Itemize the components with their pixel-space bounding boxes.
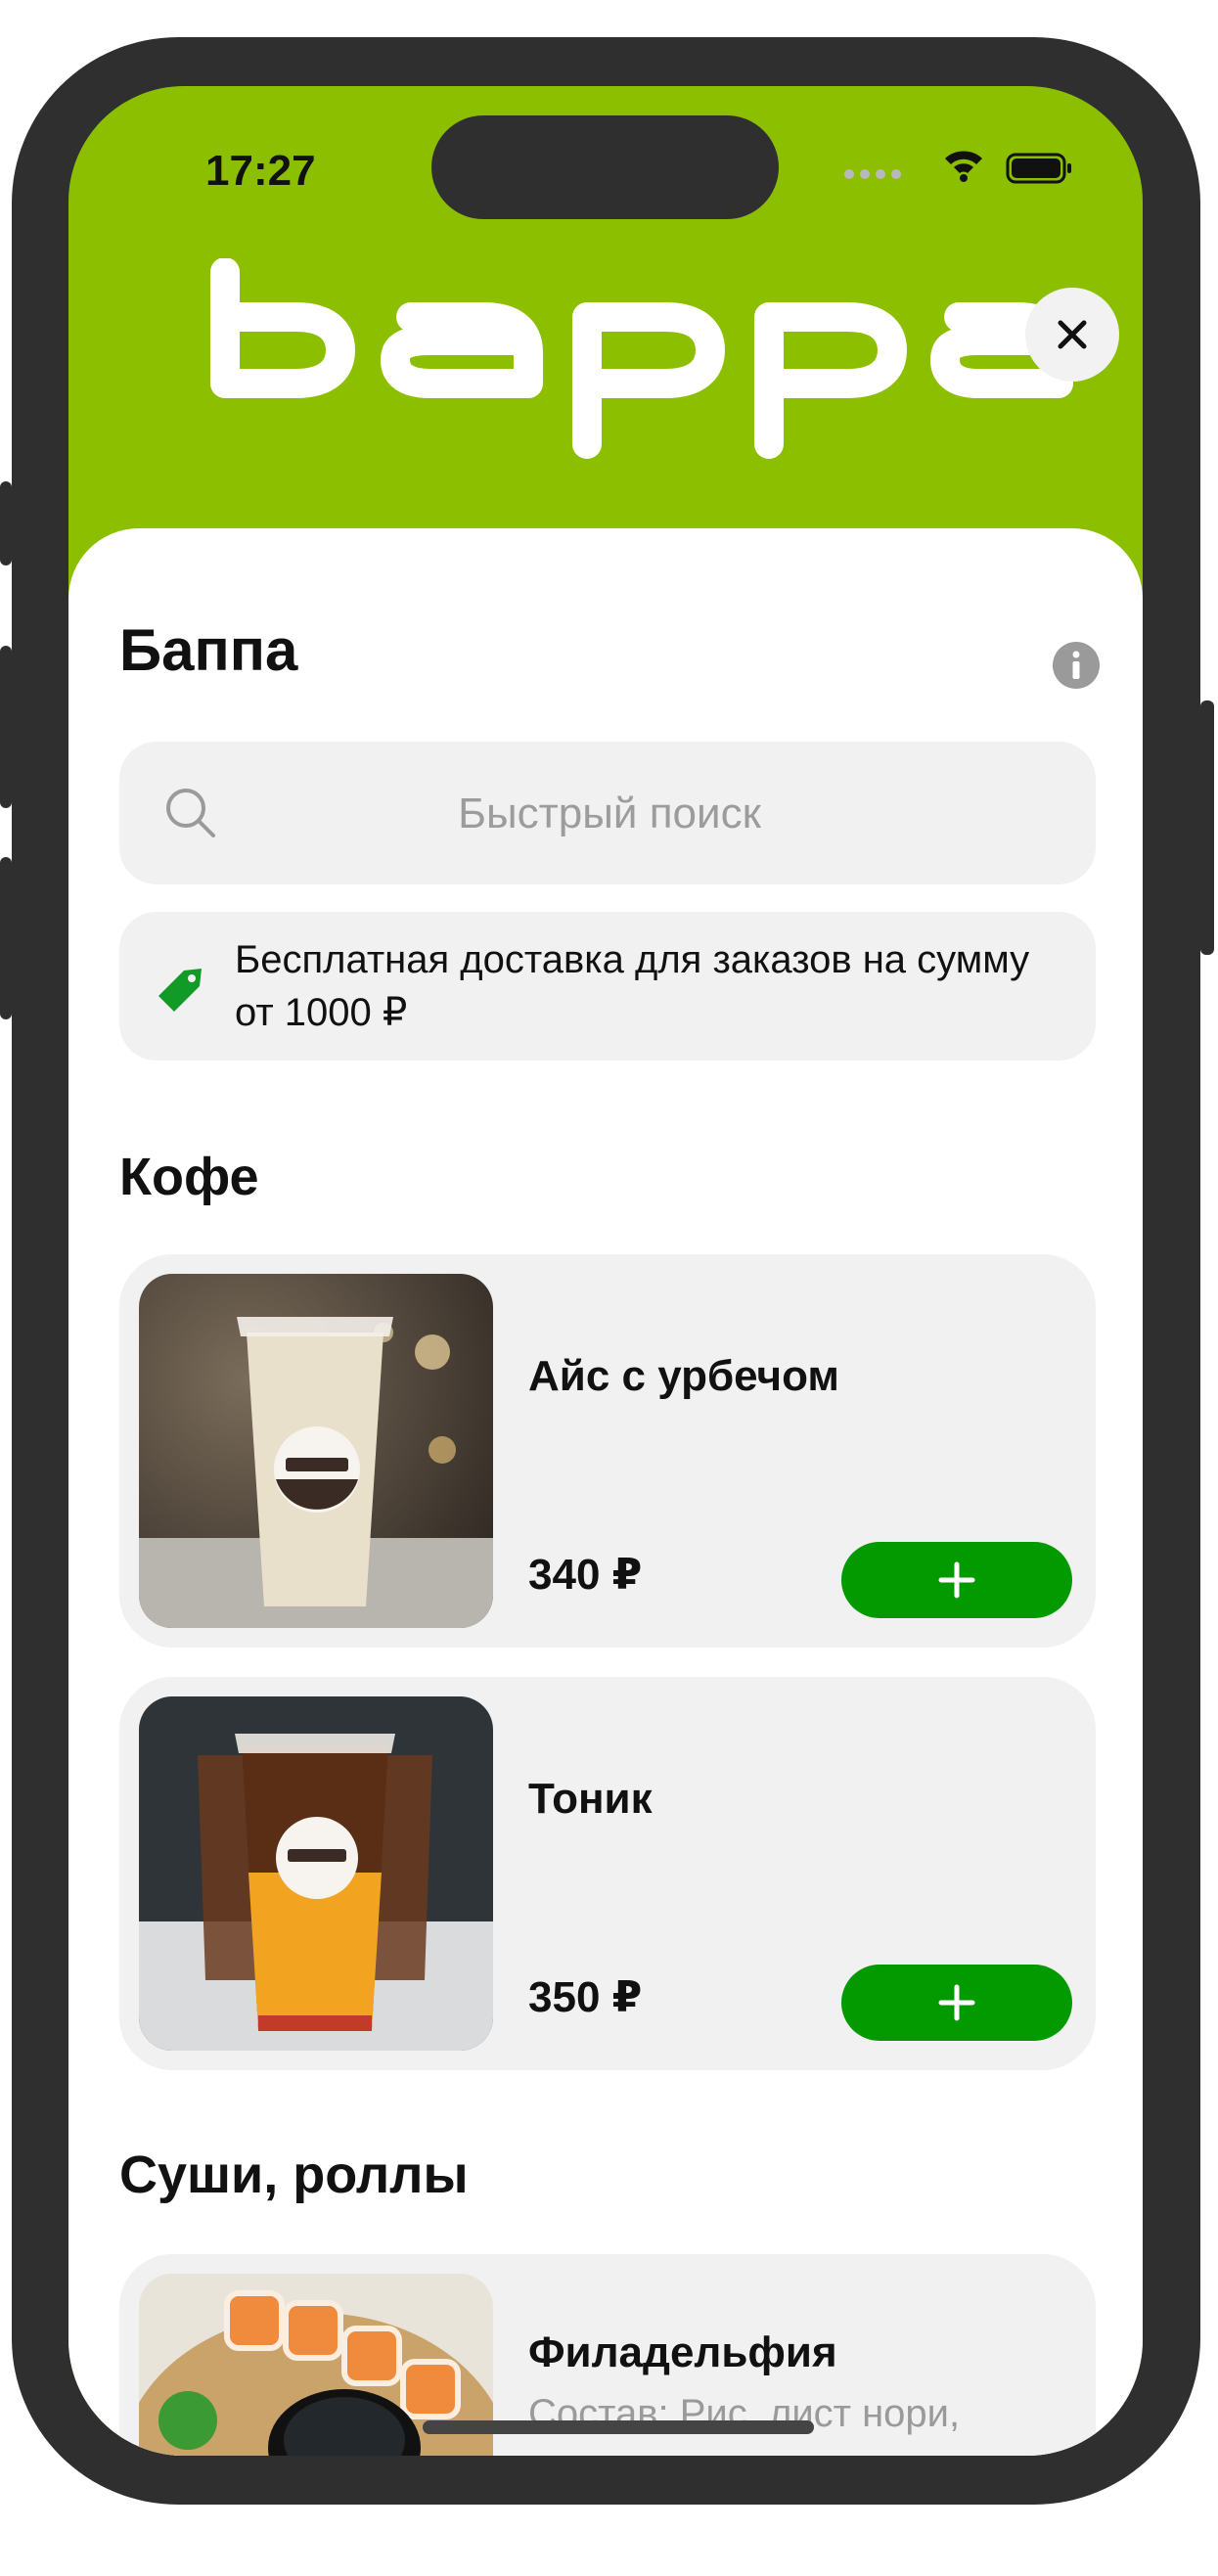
- section-title-sushi: Суши, роллы: [119, 2146, 469, 2204]
- product-price: 350 ₽: [528, 1973, 643, 2021]
- promo-text: Бесплатная доставка для заказов на сумму…: [235, 938, 1030, 1034]
- dynamic-island: [431, 115, 779, 219]
- product-card[interactable]: Айс с урбечом 340 ₽: [119, 1254, 1096, 1648]
- plus-icon: [938, 1984, 975, 2021]
- close-button[interactable]: [1025, 288, 1119, 382]
- phone-frame: 17:27 Баппа Быстрый поиск Бесплатная дос…: [12, 37, 1200, 2505]
- search-input[interactable]: [119, 742, 1100, 886]
- power-button: [1200, 700, 1214, 955]
- add-to-cart-button[interactable]: [841, 1965, 1072, 2041]
- close-icon: [1058, 320, 1087, 349]
- home-indicator[interactable]: [423, 2420, 814, 2434]
- mute-switch: [0, 481, 12, 565]
- screen: 17:27 Баппа Быстрый поиск Бесплатная дос…: [68, 86, 1143, 2456]
- product-image: [139, 1696, 493, 2051]
- status-time: 17:27: [205, 147, 316, 195]
- status-icons: [844, 151, 1071, 184]
- add-to-cart-button[interactable]: [841, 1542, 1072, 1618]
- product-image: [139, 1274, 493, 1628]
- plus-icon: [938, 1561, 975, 1599]
- section-title-coffee: Кофе: [119, 1148, 259, 1206]
- product-name: Филадельфия: [528, 2328, 837, 2376]
- promo-banner: Бесплатная доставка для заказов на сумму…: [119, 912, 1096, 1061]
- battery-icon: [1006, 153, 1071, 184]
- search-bar[interactable]: [119, 742, 1100, 886]
- page-title: Баппа: [119, 617, 298, 683]
- product-card[interactable]: Тоник 350 ₽: [119, 1677, 1096, 2070]
- volume-down-button: [0, 857, 12, 1019]
- product-name: Тоник: [528, 1775, 653, 1823]
- menu-sheet: Баппа Бесплатная доставка для заказов: [68, 528, 1143, 2456]
- tag-icon: [158, 969, 202, 1012]
- product-price: 340 ₽: [528, 1551, 643, 1599]
- brand-logo: [210, 258, 1073, 459]
- info-icon[interactable]: [1052, 641, 1101, 690]
- volume-up-button: [0, 646, 12, 808]
- wifi-icon: [945, 151, 982, 182]
- product-name: Айс с урбечом: [528, 1352, 839, 1400]
- signal-icon: [844, 169, 901, 179]
